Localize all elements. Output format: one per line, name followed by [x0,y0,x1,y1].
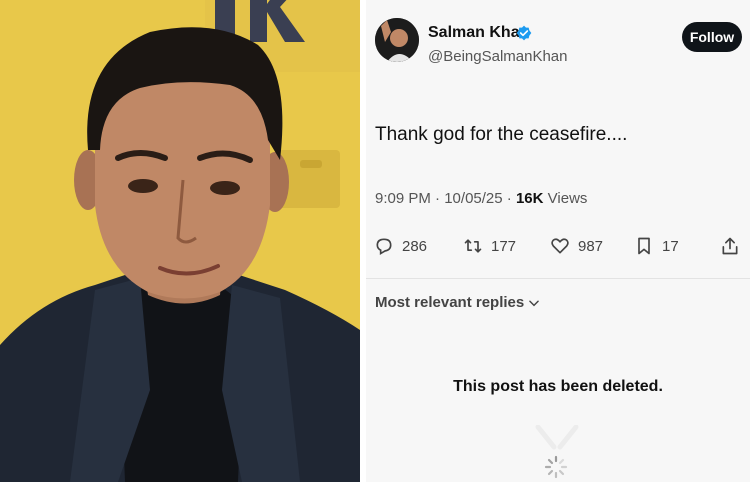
reply-count: 286 [402,237,428,255]
tweet-date[interactable]: 10/05/25 [444,190,502,207]
deleted-post-message: This post has been deleted. [453,378,663,395]
repost-icon [464,239,482,253]
bookmark-button[interactable]: 17 [634,230,679,262]
tweet-meta: 9:09 PM · 10/05/25 · 16K Views [375,190,587,207]
loading-spinner-icon [544,455,568,479]
share-icon [722,237,738,255]
chevron-down-icon [529,300,540,306]
views-label: Views [547,190,588,207]
tweet-actions: 286 177 987 17 [366,230,750,262]
bookmark-icon [638,237,650,255]
portrait-photo [0,0,360,482]
author-name[interactable]: Salman Khan [428,24,529,42]
divider-line [366,278,750,279]
tweet-panel: Salman Khan @BeingSalmanKhan Follow Than… [366,0,750,482]
avatar[interactable] [375,18,419,62]
replies-sort-dropdown[interactable]: Most relevant replies [375,294,541,311]
meta-separator: · [506,190,516,207]
tweet-text: Thank god for the ceasefire.... [375,124,628,145]
verified-badge-icon [516,25,532,41]
avatar-image [375,18,419,62]
repost-button[interactable]: 177 [463,230,516,262]
tweet-time[interactable]: 9:09 PM [375,190,431,207]
reply-button[interactable]: 286 [374,230,427,262]
author-handle[interactable]: @BeingSalmanKhan [428,48,567,65]
composite-image: Salman Khan @BeingSalmanKhan Follow Than… [0,0,750,482]
repost-count: 177 [491,237,517,255]
follow-button[interactable]: Follow [682,22,742,52]
heart-icon [551,238,569,254]
share-button[interactable] [720,230,748,262]
like-button[interactable]: 987 [550,230,603,262]
like-count: 987 [578,237,604,255]
replies-sort-label: Most relevant replies [375,294,525,311]
meta-separator: · [435,190,445,207]
bookmark-count: 17 [662,237,679,255]
man-portrait [0,27,360,482]
views-count: 16K [515,190,544,207]
reply-icon [376,238,392,255]
